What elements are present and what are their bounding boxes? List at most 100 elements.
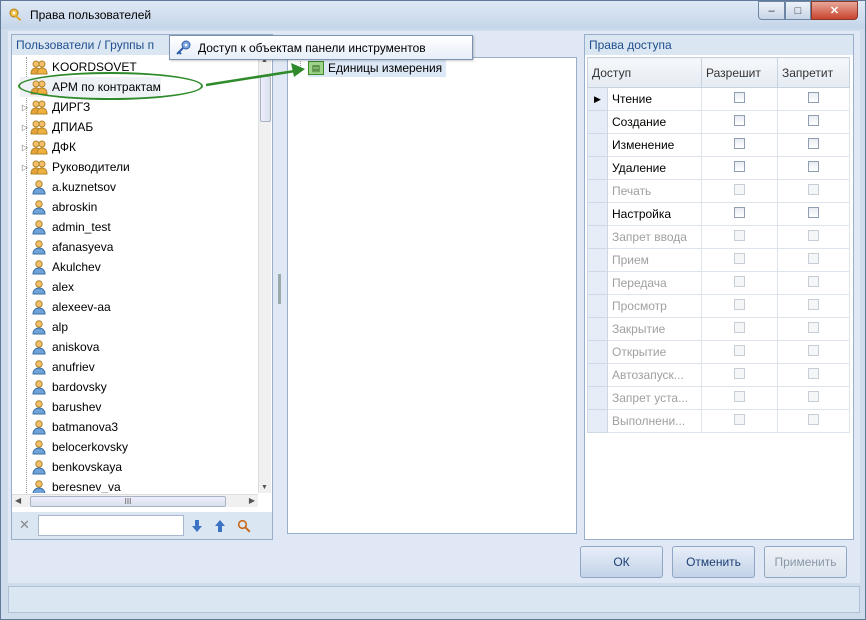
allow-checkbox[interactable] xyxy=(734,414,745,425)
users-vertical-scrollbar[interactable]: ▲ ▼ xyxy=(258,55,271,493)
deny-checkbox[interactable] xyxy=(808,115,819,126)
allow-checkbox[interactable] xyxy=(734,322,745,333)
arrow-down-icon[interactable] xyxy=(188,517,206,535)
rights-row[interactable]: Просмотр xyxy=(587,294,850,318)
row-header[interactable] xyxy=(587,386,608,410)
users-horizontal-scrollbar[interactable]: ◀ III ▶ xyxy=(12,494,258,507)
tree-item-user[interactable]: benkovskaya xyxy=(20,457,122,477)
rights-row[interactable]: Закрытие xyxy=(587,317,850,341)
tree-item-user[interactable]: alex xyxy=(20,277,74,297)
row-header[interactable] xyxy=(587,248,608,272)
row-header[interactable] xyxy=(587,294,608,318)
row-header[interactable] xyxy=(587,179,608,203)
tree-item-user[interactable]: abroskin xyxy=(20,197,97,217)
tree-item-user[interactable]: afanasyeva xyxy=(20,237,113,257)
tree-item-user[interactable]: anufriev xyxy=(20,357,95,377)
tree-item-user[interactable]: beresnev_va xyxy=(20,477,121,493)
tree-item-user[interactable]: aniskova xyxy=(20,337,99,357)
row-header[interactable] xyxy=(587,340,608,364)
allow-checkbox[interactable] xyxy=(734,253,745,264)
deny-checkbox[interactable] xyxy=(808,138,819,149)
allow-checkbox[interactable] xyxy=(734,207,745,218)
allow-checkbox[interactable] xyxy=(734,299,745,310)
rights-row[interactable]: Передача xyxy=(587,271,850,295)
magnifier-icon[interactable] xyxy=(235,517,253,535)
deny-checkbox[interactable] xyxy=(808,230,819,241)
expand-icon[interactable]: ▷ xyxy=(20,163,30,172)
allow-checkbox[interactable] xyxy=(734,345,745,356)
deny-checkbox[interactable] xyxy=(808,322,819,333)
deny-checkbox[interactable] xyxy=(808,391,819,402)
splitter-grip[interactable] xyxy=(278,274,281,304)
rights-row[interactable]: ▶ Чтение xyxy=(587,87,850,111)
row-header[interactable] xyxy=(587,317,608,341)
allow-checkbox[interactable] xyxy=(734,184,745,195)
tree-item-user[interactable]: a.kuznetsov xyxy=(20,177,116,197)
column-access[interactable]: Доступ xyxy=(587,57,702,88)
rights-row[interactable]: Запрет уста... xyxy=(587,386,850,410)
deny-checkbox[interactable] xyxy=(808,161,819,172)
allow-checkbox[interactable] xyxy=(734,368,745,379)
expand-icon[interactable]: ▷ xyxy=(20,123,30,132)
deny-checkbox[interactable] xyxy=(808,253,819,264)
tree-item-user[interactable]: batmanova3 xyxy=(20,417,118,437)
expand-icon[interactable]: ▷ xyxy=(20,103,30,112)
tree-item-group[interactable]: ▷ ДПИАБ xyxy=(20,117,93,137)
tree-item-user[interactable]: alexeev-aa xyxy=(20,297,111,317)
scroll-right-icon[interactable]: ▶ xyxy=(249,496,255,505)
tree-item-group[interactable]: ▷ ДИРГЗ xyxy=(20,97,90,117)
tree-item-group[interactable]: ▷ ДФК xyxy=(20,137,76,157)
minimize-button[interactable]: – xyxy=(758,1,785,20)
tree-item-units[interactable]: ▤ Единицы измерения xyxy=(308,59,447,77)
allow-checkbox[interactable] xyxy=(734,115,745,126)
row-header[interactable] xyxy=(587,363,608,387)
panel-splitter[interactable] xyxy=(276,34,283,540)
rights-row[interactable]: Автозапуск... xyxy=(587,363,850,387)
rights-row[interactable]: Прием xyxy=(587,248,850,272)
rights-row[interactable]: Печать xyxy=(587,179,850,203)
rights-row[interactable]: Настройка xyxy=(587,202,850,226)
deny-checkbox[interactable] xyxy=(808,368,819,379)
allow-checkbox[interactable] xyxy=(734,161,745,172)
cancel-button[interactable]: Отменить xyxy=(672,546,755,578)
allow-checkbox[interactable] xyxy=(734,92,745,103)
clear-search-icon[interactable]: ✕ xyxy=(19,517,30,533)
objects-tree[interactable]: ▤ Единицы измерения xyxy=(287,57,577,534)
scroll-left-icon[interactable]: ◀ xyxy=(15,496,21,505)
row-header[interactable] xyxy=(587,110,608,134)
tree-item-user[interactable]: belocerkovsky xyxy=(20,437,128,457)
deny-checkbox[interactable] xyxy=(808,92,819,103)
maximize-button[interactable]: □ xyxy=(785,1,811,20)
deny-checkbox[interactable] xyxy=(808,276,819,287)
row-header[interactable] xyxy=(587,225,608,249)
column-allow[interactable]: Разрешит xyxy=(701,57,778,88)
tree-item-group[interactable]: ▷ Руководители xyxy=(20,157,130,177)
deny-checkbox[interactable] xyxy=(808,184,819,195)
scroll-down-icon[interactable]: ▼ xyxy=(261,484,268,491)
row-header[interactable] xyxy=(587,133,608,157)
row-header[interactable] xyxy=(587,271,608,295)
rights-row[interactable]: Запрет ввода xyxy=(587,225,850,249)
search-input[interactable] xyxy=(38,515,184,536)
allow-checkbox[interactable] xyxy=(734,138,745,149)
rights-row[interactable]: Открытие xyxy=(587,340,850,364)
row-header[interactable] xyxy=(587,202,608,226)
column-deny[interactable]: Запретит xyxy=(777,57,850,88)
row-header[interactable] xyxy=(587,156,608,180)
rights-row[interactable]: Изменение xyxy=(587,133,850,157)
deny-checkbox[interactable] xyxy=(808,345,819,356)
rights-row[interactable]: Удаление xyxy=(587,156,850,180)
deny-checkbox[interactable] xyxy=(808,207,819,218)
current-row-indicator-icon[interactable]: ▶ xyxy=(587,87,608,111)
apply-button[interactable]: Применить xyxy=(764,546,847,578)
rights-row[interactable]: Выполнени... xyxy=(587,409,850,433)
row-header[interactable] xyxy=(587,409,608,433)
rights-row[interactable]: Создание xyxy=(587,110,850,134)
tree-item-user[interactable]: bardovsky xyxy=(20,377,107,397)
arrow-up-icon[interactable] xyxy=(211,517,229,535)
deny-checkbox[interactable] xyxy=(808,299,819,310)
tree-item-user[interactable]: alp xyxy=(20,317,68,337)
close-button[interactable]: ✕ xyxy=(811,1,858,20)
deny-checkbox[interactable] xyxy=(808,414,819,425)
allow-checkbox[interactable] xyxy=(734,276,745,287)
